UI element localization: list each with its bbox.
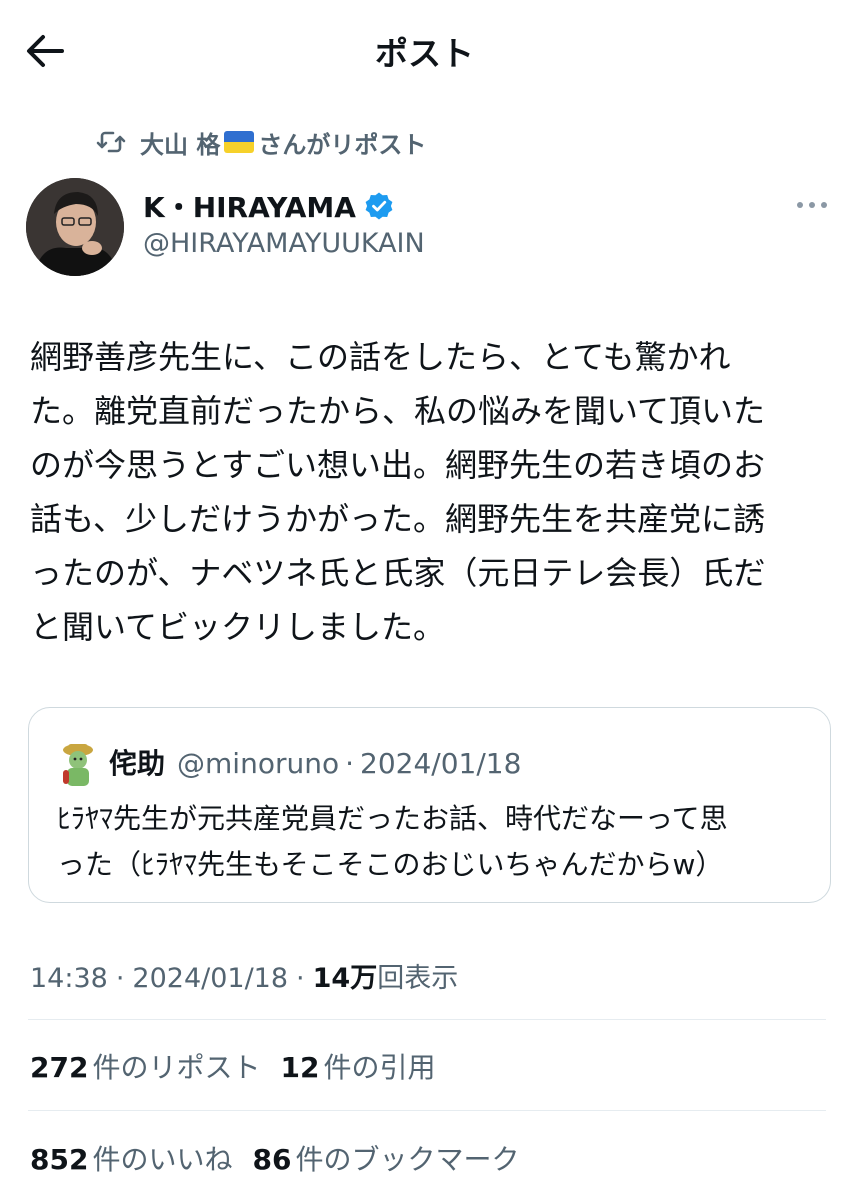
divider	[28, 1019, 826, 1020]
quote-header: 侘助 @minoruno · 2024/01/18	[109, 742, 521, 782]
quote-text: ﾋﾗﾔﾏ先生が元共産党員だったお話、時代だなーって思 った（ﾋﾗﾔﾏ先生もそこそ…	[57, 796, 817, 888]
avatar[interactable]	[26, 178, 124, 276]
tweet-text: 網野善彦先生に、この話をしたら、とても驚かれ た。離党直前だったから、私の悩みを…	[30, 330, 825, 654]
likes-link[interactable]: 852 件のいいね	[30, 1138, 232, 1178]
reposts-label: 件のリポスト	[92, 1051, 261, 1084]
views-count: 14万	[312, 963, 378, 994]
repost-quote-stats: 272 件のリポスト 12 件の引用	[30, 1046, 455, 1086]
quote-author-name: 侘助	[109, 747, 166, 780]
tweet-line: 網野善彦先生に、この話をしたら、とても驚かれ	[30, 338, 731, 376]
quotes-count: 12	[280, 1051, 320, 1084]
verified-badge-icon	[365, 192, 393, 220]
more-options-button[interactable]	[790, 190, 834, 220]
divider	[28, 1110, 826, 1111]
meta-separator: ·	[115, 963, 125, 994]
quote-date: 2024/01/18	[360, 747, 522, 780]
quotes-label: 件の引用	[323, 1051, 436, 1084]
tweet-meta: 14:38 · 2024/01/18 · 14万回表示	[30, 956, 458, 995]
quoted-tweet-card[interactable]: 侘助 @minoruno · 2024/01/18 ﾋﾗﾔﾏ先生が元共産党員だっ…	[28, 707, 831, 903]
more-dots-icon	[797, 202, 827, 208]
tweet-line: のが今思うとすごい想い出。網野先生の若き頃のお	[30, 446, 766, 484]
bookmarks-label: 件のブックマーク	[295, 1143, 520, 1176]
repost-suffix: さんがリポスト	[258, 130, 427, 159]
retweet-icon	[96, 131, 126, 153]
quote-author-handle: @minoruno	[177, 747, 340, 780]
bookmarks-count: 86	[252, 1143, 292, 1176]
quote-separator: ·	[345, 747, 354, 780]
bookmarks-link[interactable]: 86 件のブックマーク	[252, 1138, 519, 1178]
meta-separator: ·	[296, 963, 305, 994]
avatar-portrait	[26, 178, 124, 276]
tweet-date: 2024/01/18	[132, 963, 289, 994]
tweet-line: 話も、少しだけうかがった。網野先生を共産党に誘	[30, 500, 766, 538]
likes-count: 852	[30, 1143, 89, 1176]
ukraine-flag-icon	[224, 131, 255, 153]
repost-indicator[interactable]: 大山 格 さんがリポスト	[96, 124, 426, 160]
likes-label: 件のいいね	[92, 1143, 233, 1176]
page-title: ポスト	[375, 34, 474, 73]
reposts-count: 272	[30, 1051, 89, 1084]
top-bar: ポスト	[0, 0, 849, 100]
reposter-name: 大山 格	[140, 130, 221, 159]
author-handle[interactable]: @HIRAYAMAYUUKAIN	[143, 228, 425, 259]
tweet-line: た。離党直前だったから、私の悩みを聞いて頂いた	[30, 392, 766, 430]
reposts-link[interactable]: 272 件のリポスト	[30, 1046, 260, 1086]
quote-line: ﾋﾗﾔﾏ先生が元共産党員だったお話、時代だなーって思	[57, 802, 728, 835]
tweet-line: と聞いてビックリしました。	[30, 608, 446, 646]
tweet-time: 14:38	[30, 963, 108, 994]
quote-line: った（ﾋﾗﾔﾏ先生もそこそこのおじいちゃんだからw）	[57, 848, 724, 881]
quotes-link[interactable]: 12 件の引用	[280, 1046, 435, 1086]
author-name[interactable]: K・HIRAYAMA	[143, 186, 394, 226]
author-name-text: K・HIRAYAMA	[143, 191, 356, 224]
views-label: 回表示	[377, 963, 459, 994]
quote-avatar	[63, 744, 93, 786]
like-bookmark-stats: 852 件のいいね 86 件のブックマーク	[30, 1138, 539, 1178]
tweet-line: ったのが、ナベツネ氏と氏家（元日テレ会長）氏だ	[30, 554, 766, 592]
